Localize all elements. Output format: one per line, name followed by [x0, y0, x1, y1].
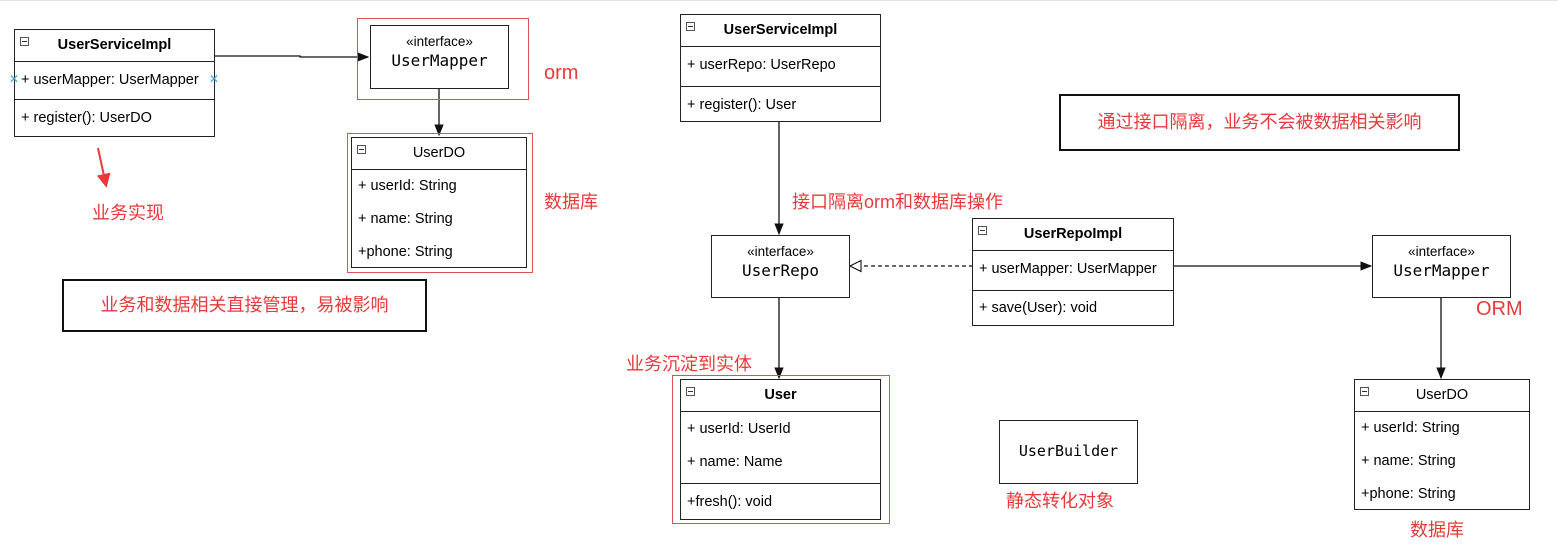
selection-handle-right[interactable]: ✕ — [209, 73, 219, 85]
class-header: UserDO — [1355, 380, 1529, 412]
right-usermapper-interface: «interface» UserMapper — [1372, 235, 1511, 298]
operation: + save(User): void — [979, 300, 1098, 316]
collapse-icon[interactable] — [686, 22, 695, 31]
attributes-section: + userMapper: UserMapper — [973, 251, 1173, 291]
collapse-icon[interactable] — [20, 37, 29, 46]
interface-name: UserMapper — [1393, 261, 1490, 280]
class-name: UserServiceImpl — [723, 22, 838, 38]
attributes-section: + userId: UserId + name: Name — [681, 412, 880, 484]
userrepo-interface: «interface» UserRepo — [711, 235, 850, 298]
attributes-section: + userId: String + name: String +phone: … — [352, 170, 526, 269]
selection-handle-left[interactable]: ✕ — [9, 73, 19, 85]
attribute: +phone: String — [1361, 486, 1456, 502]
orm-label: orm — [544, 62, 579, 84]
user-entity-class: User + userId: UserId + name: Name +fres… — [680, 379, 881, 520]
class-name: UserDO — [1415, 387, 1469, 403]
attribute: + userId: String — [1361, 420, 1460, 436]
userrepoimpl-class: UserRepoImpl + userMapper: UserMapper + … — [972, 218, 1174, 326]
right-userdo-class: UserDO + userId: String + name: String +… — [1354, 379, 1530, 510]
left-userserviceimpl-class: UserServiceImpl + userMapper: UserMapper… — [14, 29, 215, 137]
right-userserviceimpl-class: UserServiceImpl + userRepo: UserRepo + r… — [680, 14, 881, 122]
operations-section: +fresh(): void — [681, 484, 880, 519]
left-note: 业务和数据相关直接管理，易被影响 — [62, 279, 427, 332]
operations-section: + save(User): void — [973, 291, 1173, 325]
attributes-section: + userRepo: UserRepo — [681, 47, 880, 87]
stereotype: «interface» — [1408, 244, 1475, 259]
business-impl-label: 业务实现 — [92, 203, 164, 223]
db-label: 数据库 — [544, 192, 598, 212]
class-header: UserDO — [352, 138, 526, 170]
attribute: + userId: UserId — [687, 421, 791, 437]
interface-name: UserMapper — [391, 51, 488, 70]
interface-name: UserRepo — [741, 261, 820, 280]
class-header: UserServiceImpl — [15, 30, 214, 62]
attribute: + userId: String — [358, 178, 457, 194]
isolation-label: 接口隔离orm和数据库操作 — [792, 192, 1003, 212]
class-header: UserServiceImpl — [681, 15, 880, 47]
class-name: UserServiceImpl — [57, 37, 172, 53]
collapse-icon[interactable] — [357, 145, 366, 154]
userbuilder-class: UserBuilder — [999, 420, 1138, 484]
attributes-section: + userId: String + name: String +phone: … — [1355, 412, 1529, 511]
collapse-icon[interactable] — [686, 387, 695, 396]
collapse-icon[interactable] — [978, 226, 987, 235]
left-userdo-class: UserDO + userId: String + name: String +… — [351, 137, 527, 268]
builder-label: 静态转化对象 — [1006, 491, 1114, 511]
attributes-section: + userMapper: UserMapper — [15, 62, 214, 100]
class-name: UserDO — [412, 145, 466, 161]
class-header: UserRepoImpl — [973, 219, 1173, 251]
class-header: User — [681, 380, 880, 412]
service-to-mapper-arrow — [214, 52, 370, 62]
operations-section: + register(): User — [681, 87, 880, 122]
note-text: 业务和数据相关直接管理，易被影响 — [100, 295, 389, 315]
stereotype: «interface» — [747, 244, 814, 259]
orm-label: ORM — [1476, 298, 1523, 320]
attribute: +phone: String — [358, 244, 453, 260]
class-name: User — [764, 387, 797, 403]
attribute: + userRepo: UserRepo — [687, 57, 836, 73]
operation: +fresh(): void — [687, 494, 773, 510]
operation: + register(): User — [687, 97, 797, 113]
attribute: + userMapper: UserMapper — [21, 72, 199, 88]
entity-label: 业务沉淀到实体 — [626, 354, 752, 374]
right-note: 通过接口隔离，业务不会被数据相关影响 — [1059, 94, 1460, 151]
left-usermapper-interface: «interface» UserMapper — [370, 25, 509, 89]
stereotype: «interface» — [406, 34, 473, 49]
attribute: + name: Name — [687, 454, 783, 470]
operations-section: + register(): UserDO — [15, 100, 214, 135]
note-text: 通过接口隔离，业务不会被数据相关影响 — [1097, 112, 1422, 132]
attribute: + userMapper: UserMapper — [979, 261, 1157, 277]
attribute: + name: String — [358, 211, 453, 227]
db-label: 数据库 — [1410, 520, 1464, 540]
red-pointer-arrow — [96, 147, 111, 188]
class-name: UserBuilder — [1018, 442, 1119, 460]
class-name: UserRepoImpl — [1023, 226, 1123, 242]
attribute: + name: String — [1361, 453, 1456, 469]
collapse-icon[interactable] — [1360, 387, 1369, 396]
operation: + register(): UserDO — [21, 110, 152, 126]
